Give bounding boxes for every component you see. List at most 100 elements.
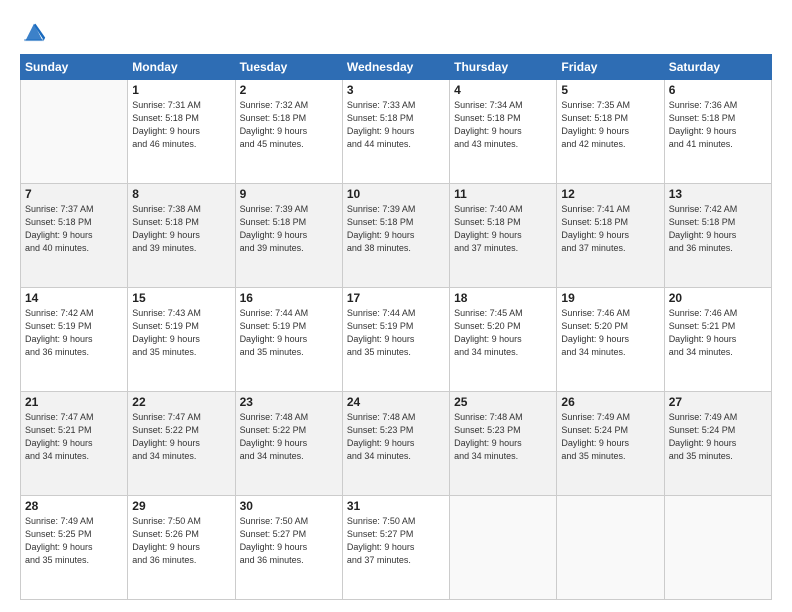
calendar-week-row: 28 Sunrise: 7:49 AMSunset: 5:25 PMDayligh… — [21, 496, 772, 600]
day-number: 1 — [132, 83, 230, 97]
calendar-day-cell: 11Sunrise: 7:40 AMSunset: 5:18 PMDayligh… — [450, 184, 557, 288]
day-number: 22 — [132, 395, 230, 409]
day-info: Sunrise: 7:33 AMSunset: 5:18 PMDaylight:… — [347, 99, 445, 151]
weekday-header-sunday: Sunday — [21, 55, 128, 80]
calendar-day-cell: 1 Sunrise: 7:31 AMSunset: 5:18 PMDaylight… — [128, 80, 235, 184]
day-number: 18 — [454, 291, 552, 305]
day-info: Sunrise: 7:39 AMSunset: 5:18 PMDaylight:… — [347, 203, 445, 255]
day-info: Sunrise: 7:44 AMSunset: 5:19 PMDaylight:… — [240, 307, 338, 359]
day-info: Sunrise: 7:36 AMSunset: 5:18 PMDaylight:… — [669, 99, 767, 151]
calendar-day-cell: 19 Sunrise: 7:46 AMSunset: 5:20 PMDayligh… — [557, 288, 664, 392]
day-number: 3 — [347, 83, 445, 97]
calendar-day-cell: 2 Sunrise: 7:32 AMSunset: 5:18 PMDaylight… — [235, 80, 342, 184]
calendar-day-cell: 25 Sunrise: 7:48 AMSunset: 5:23 PMDayligh… — [450, 392, 557, 496]
day-info: Sunrise: 7:48 AMSunset: 5:22 PMDaylight:… — [240, 411, 338, 463]
calendar-day-cell: 23 Sunrise: 7:48 AMSunset: 5:22 PMDayligh… — [235, 392, 342, 496]
calendar-day-cell: 16 Sunrise: 7:44 AMSunset: 5:19 PMDayligh… — [235, 288, 342, 392]
day-number: 28 — [25, 499, 123, 513]
calendar-day-cell: 6 Sunrise: 7:36 AMSunset: 5:18 PMDaylight… — [664, 80, 771, 184]
calendar-day-cell: 20Sunrise: 7:46 AMSunset: 5:21 PMDayligh… — [664, 288, 771, 392]
day-info: Sunrise: 7:47 AMSunset: 5:22 PMDaylight:… — [132, 411, 230, 463]
calendar-week-row: 21 Sunrise: 7:47 AMSunset: 5:21 PMDayligh… — [21, 392, 772, 496]
weekday-header-tuesday: Tuesday — [235, 55, 342, 80]
day-info: Sunrise: 7:43 AMSunset: 5:19 PMDaylight:… — [132, 307, 230, 359]
day-info: Sunrise: 7:34 AMSunset: 5:18 PMDaylight:… — [454, 99, 552, 151]
day-number: 16 — [240, 291, 338, 305]
calendar-week-row: 14 Sunrise: 7:42 AMSunset: 5:19 PMDayligh… — [21, 288, 772, 392]
day-number: 8 — [132, 187, 230, 201]
calendar-week-row: 1 Sunrise: 7:31 AMSunset: 5:18 PMDaylight… — [21, 80, 772, 184]
day-number: 19 — [561, 291, 659, 305]
day-number: 15 — [132, 291, 230, 305]
calendar-day-cell — [21, 80, 128, 184]
day-info: Sunrise: 7:42 AMSunset: 5:19 PMDaylight:… — [25, 307, 123, 359]
day-number: 11 — [454, 187, 552, 201]
calendar-day-cell: 3 Sunrise: 7:33 AMSunset: 5:18 PMDaylight… — [342, 80, 449, 184]
weekday-header-row: SundayMondayTuesdayWednesdayThursdayFrid… — [21, 55, 772, 80]
day-info: Sunrise: 7:39 AMSunset: 5:18 PMDaylight:… — [240, 203, 338, 255]
calendar-day-cell: 31Sunrise: 7:50 AMSunset: 5:27 PMDayligh… — [342, 496, 449, 600]
calendar-day-cell: 28 Sunrise: 7:49 AMSunset: 5:25 PMDayligh… — [21, 496, 128, 600]
calendar-day-cell: 4 Sunrise: 7:34 AMSunset: 5:18 PMDaylight… — [450, 80, 557, 184]
day-number: 2 — [240, 83, 338, 97]
calendar-day-cell: 12Sunrise: 7:41 AMSunset: 5:18 PMDayligh… — [557, 184, 664, 288]
calendar-day-cell: 8 Sunrise: 7:38 AMSunset: 5:18 PMDaylight… — [128, 184, 235, 288]
day-number: 4 — [454, 83, 552, 97]
day-number: 6 — [669, 83, 767, 97]
calendar-day-cell: 18 Sunrise: 7:45 AMSunset: 5:20 PMDayligh… — [450, 288, 557, 392]
day-info: Sunrise: 7:38 AMSunset: 5:18 PMDaylight:… — [132, 203, 230, 255]
day-number: 23 — [240, 395, 338, 409]
day-info: Sunrise: 7:37 AMSunset: 5:18 PMDaylight:… — [25, 203, 123, 255]
calendar-day-cell: 24Sunrise: 7:48 AMSunset: 5:23 PMDayligh… — [342, 392, 449, 496]
day-info: Sunrise: 7:44 AMSunset: 5:19 PMDaylight:… — [347, 307, 445, 359]
calendar-day-cell: 26 Sunrise: 7:49 AMSunset: 5:24 PMDayligh… — [557, 392, 664, 496]
day-number: 24 — [347, 395, 445, 409]
day-info: Sunrise: 7:49 AMSunset: 5:24 PMDaylight:… — [669, 411, 767, 463]
weekday-header-monday: Monday — [128, 55, 235, 80]
calendar-day-cell: 13Sunrise: 7:42 AMSunset: 5:18 PMDayligh… — [664, 184, 771, 288]
calendar-day-cell: 15 Sunrise: 7:43 AMSunset: 5:19 PMDayligh… — [128, 288, 235, 392]
logo-icon — [20, 18, 48, 46]
day-number: 5 — [561, 83, 659, 97]
calendar-day-cell: 30Sunrise: 7:50 AMSunset: 5:27 PMDayligh… — [235, 496, 342, 600]
day-info: Sunrise: 7:50 AMSunset: 5:26 PMDaylight:… — [132, 515, 230, 567]
day-info: Sunrise: 7:42 AMSunset: 5:18 PMDaylight:… — [669, 203, 767, 255]
day-number: 9 — [240, 187, 338, 201]
day-number: 21 — [25, 395, 123, 409]
calendar-day-cell — [664, 496, 771, 600]
day-info: Sunrise: 7:49 AMSunset: 5:25 PMDaylight:… — [25, 515, 123, 567]
weekday-header-thursday: Thursday — [450, 55, 557, 80]
day-number: 25 — [454, 395, 552, 409]
day-number: 14 — [25, 291, 123, 305]
calendar-day-cell: 10 Sunrise: 7:39 AMSunset: 5:18 PMDayligh… — [342, 184, 449, 288]
calendar-day-cell — [557, 496, 664, 600]
day-number: 12 — [561, 187, 659, 201]
day-number: 26 — [561, 395, 659, 409]
page: SundayMondayTuesdayWednesdayThursdayFrid… — [0, 0, 792, 612]
calendar-day-cell: 21 Sunrise: 7:47 AMSunset: 5:21 PMDayligh… — [21, 392, 128, 496]
day-info: Sunrise: 7:50 AMSunset: 5:27 PMDaylight:… — [240, 515, 338, 567]
day-info: Sunrise: 7:46 AMSunset: 5:20 PMDaylight:… — [561, 307, 659, 359]
day-info: Sunrise: 7:48 AMSunset: 5:23 PMDaylight:… — [454, 411, 552, 463]
weekday-header-friday: Friday — [557, 55, 664, 80]
day-number: 10 — [347, 187, 445, 201]
logo — [20, 18, 54, 46]
calendar-table: SundayMondayTuesdayWednesdayThursdayFrid… — [20, 54, 772, 600]
day-info: Sunrise: 7:49 AMSunset: 5:24 PMDaylight:… — [561, 411, 659, 463]
day-info: Sunrise: 7:47 AMSunset: 5:21 PMDaylight:… — [25, 411, 123, 463]
day-info: Sunrise: 7:35 AMSunset: 5:18 PMDaylight:… — [561, 99, 659, 151]
day-number: 27 — [669, 395, 767, 409]
day-info: Sunrise: 7:45 AMSunset: 5:20 PMDaylight:… — [454, 307, 552, 359]
day-number: 31 — [347, 499, 445, 513]
day-info: Sunrise: 7:31 AMSunset: 5:18 PMDaylight:… — [132, 99, 230, 151]
day-info: Sunrise: 7:46 AMSunset: 5:21 PMDaylight:… — [669, 307, 767, 359]
calendar-day-cell: 9 Sunrise: 7:39 AMSunset: 5:18 PMDaylight… — [235, 184, 342, 288]
calendar-day-cell: 7Sunrise: 7:37 AMSunset: 5:18 PMDaylight… — [21, 184, 128, 288]
weekday-header-wednesday: Wednesday — [342, 55, 449, 80]
day-info: Sunrise: 7:32 AMSunset: 5:18 PMDaylight:… — [240, 99, 338, 151]
calendar-day-cell: 17Sunrise: 7:44 AMSunset: 5:19 PMDayligh… — [342, 288, 449, 392]
day-number: 29 — [132, 499, 230, 513]
calendar-day-cell: 27 Sunrise: 7:49 AMSunset: 5:24 PMDayligh… — [664, 392, 771, 496]
calendar-day-cell: 29 Sunrise: 7:50 AMSunset: 5:26 PMDayligh… — [128, 496, 235, 600]
calendar-week-row: 7Sunrise: 7:37 AMSunset: 5:18 PMDaylight… — [21, 184, 772, 288]
